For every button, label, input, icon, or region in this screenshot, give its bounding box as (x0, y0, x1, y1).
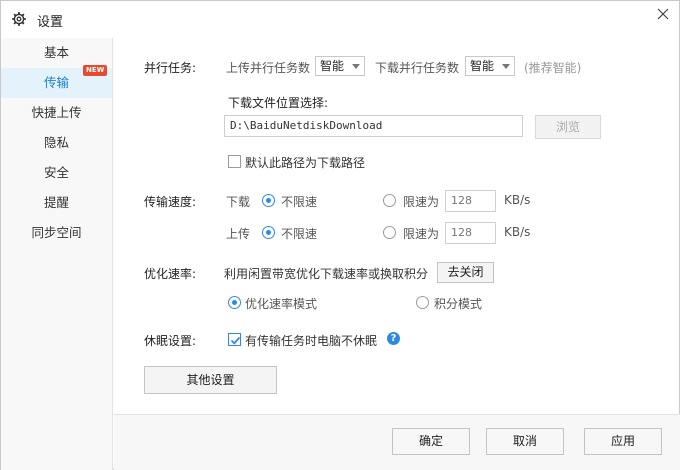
sidebar-item-basic[interactable]: 基本 (1, 38, 112, 68)
transfer-settings-panel: 并行任务: 上传并行任务数 智能 下载并行任务数 智能 (推荐智能) 下载文件位… (114, 38, 680, 418)
default-path-label: 默认此路径为下载路径 (245, 156, 366, 170)
chevron-down-icon (352, 64, 360, 69)
close-icon (657, 8, 669, 20)
parallel-hint: (推荐智能) (524, 61, 582, 75)
download-speed-label: 下载 (226, 195, 251, 209)
new-badge: NEW (83, 65, 108, 76)
question-circle-icon[interactable]: ? (387, 332, 400, 345)
optimize-mode-radio[interactable] (228, 296, 241, 309)
download-limit-radio[interactable] (383, 194, 396, 207)
points-mode-radio[interactable] (416, 296, 429, 309)
no-sleep-label: 有传输任务时电脑不休眠 (245, 334, 378, 348)
browse-button[interactable]: 浏览 (535, 115, 601, 139)
transfer-speed-label: 传输速度: (144, 195, 197, 209)
gear-icon (11, 11, 27, 27)
upload-parallel-select[interactable]: 智能 (315, 56, 365, 76)
download-limit-input[interactable]: 128 (445, 190, 496, 212)
sidebar-item-privacy[interactable]: 隐私 (1, 128, 112, 158)
download-unlimited-label: 不限速 (281, 195, 318, 209)
download-path-input[interactable]: D:\BaiduNetdiskDownload (224, 115, 523, 137)
download-limit-label: 限速为 (403, 195, 440, 209)
sidebar-item-reminder[interactable]: 提醒 (1, 188, 112, 218)
optimize-description: 利用闲置带宽优化下载速率或换取积分 (224, 267, 429, 281)
window-title: 设置 (37, 15, 64, 30)
chevron-down-icon (502, 64, 510, 69)
sleep-settings-label: 休眠设置: (144, 334, 197, 348)
download-location-label: 下载文件位置选择: (228, 96, 329, 110)
settings-window: 设置 基本 传输 快捷上传 隐私 安全 提醒 同步空间 NEW 并行任务: 上传… (0, 0, 680, 470)
turn-off-optimize-button[interactable]: 去关闭 (437, 262, 494, 283)
cancel-button[interactable]: 取消 (486, 428, 564, 455)
upload-unit-label: KB/s (504, 225, 531, 239)
sidebar-item-sync-space[interactable]: 同步空间 (1, 218, 112, 248)
upload-unlimited-radio[interactable] (262, 226, 275, 239)
points-mode-label: 积分模式 (434, 297, 483, 311)
upload-limit-input[interactable]: 128 (445, 222, 496, 244)
default-path-checkbox[interactable] (228, 155, 241, 168)
download-unlimited-radio[interactable] (262, 194, 275, 207)
download-parallel-select[interactable]: 智能 (465, 56, 515, 76)
footer-bar: 确定 取消 应用 (114, 415, 680, 470)
upload-unlimited-label: 不限速 (281, 227, 318, 241)
ok-button[interactable]: 确定 (392, 428, 470, 455)
upload-parallel-label: 上传并行任务数 (226, 61, 311, 75)
title-bar: 设置 (1, 1, 679, 37)
parallel-tasks-label: 并行任务: (144, 61, 197, 75)
upload-limit-label: 限速为 (403, 227, 440, 241)
close-button[interactable] (651, 5, 675, 25)
download-parallel-value: 智能 (470, 59, 495, 73)
optimize-rate-label: 优化速率: (144, 267, 197, 281)
no-sleep-checkbox[interactable] (228, 333, 241, 346)
upload-speed-label: 上传 (226, 227, 251, 241)
sidebar-item-security[interactable]: 安全 (1, 158, 112, 188)
sidebar-item-quick-upload[interactable]: 快捷上传 (1, 98, 112, 128)
sidebar: 基本 传输 快捷上传 隐私 安全 提醒 同步空间 (1, 38, 113, 470)
apply-button[interactable]: 应用 (584, 428, 662, 455)
checkmark-icon (230, 336, 241, 345)
other-settings-button[interactable]: 其他设置 (144, 366, 277, 394)
download-unit-label: KB/s (504, 193, 531, 207)
upload-limit-radio[interactable] (383, 226, 396, 239)
upload-parallel-value: 智能 (320, 59, 345, 73)
optimize-mode-label: 优化速率模式 (245, 297, 318, 311)
download-parallel-label: 下载并行任务数 (375, 61, 460, 75)
